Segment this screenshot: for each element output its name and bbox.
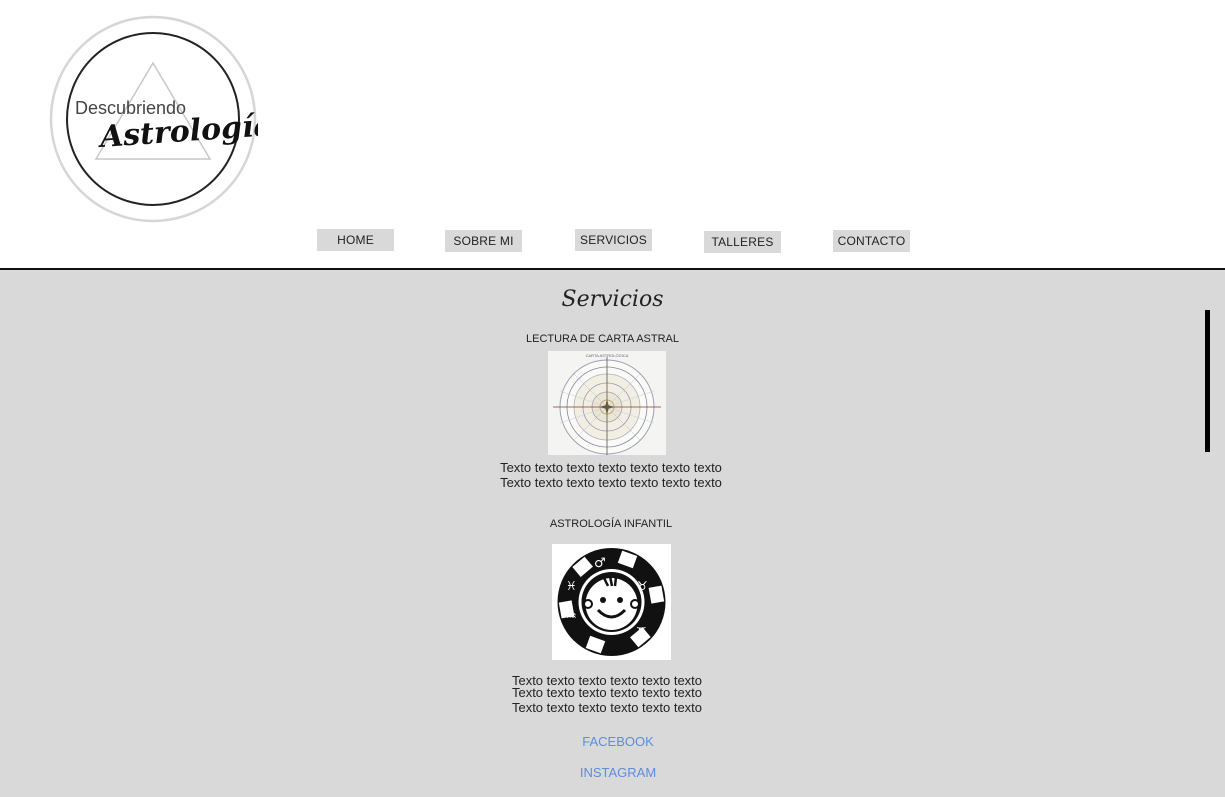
service-description-line: Texto texto texto texto texto texto text… [500,460,722,475]
facebook-link[interactable]: FACEBOOK [0,734,1225,749]
services-section: Servicios LECTURA DE CARTA ASTRAL CARTA … [0,270,1225,797]
nav-servicios-button[interactable]: SERVICIOS [575,229,652,251]
svg-text:♉: ♉ [637,579,648,593]
logo-emblem-icon: Descubriendo Astrología [49,15,258,223]
nav-talleres-button[interactable]: TALLERES [704,231,781,253]
page-title: Servicios [561,287,664,312]
service-description-line: Texto texto texto texto texto texto [511,700,703,715]
nav-sobre-mi-button[interactable]: SOBRE MI [445,230,522,252]
logo[interactable]: Descubriendo Astrología [48,15,258,225]
service-heading-carta-astral: LECTURA DE CARTA ASTRAL [525,333,680,345]
instagram-link[interactable]: INSTAGRAM [0,765,1225,780]
site-header: Descubriendo Astrología HOME SOBRE MI SE… [0,0,1225,269]
svg-text:♓: ♓ [566,579,577,593]
service-description-line: Texto texto texto texto texto texto text… [500,475,722,490]
svg-text:♎: ♎ [592,639,603,653]
child-astrology-image: ♂ ♉ ♊ ♎ ♒ ♓ [552,544,671,660]
astral-chart-image: CARTA ASTROLÓGICA [548,351,666,455]
svg-text:♂: ♂ [594,556,606,571]
scrollbar-thumb[interactable] [1205,310,1210,452]
nav-home-button[interactable]: HOME [317,229,394,251]
svg-text:♒: ♒ [566,609,577,623]
service-heading-astrologia-infantil: ASTROLOGÍA INFANTIL [549,518,673,530]
astral-chart-wheel-icon: CARTA ASTROLÓGICA [548,351,666,455]
nav-contacto-button[interactable]: CONTACTO [833,230,910,252]
child-zodiac-wheel-icon: ♂ ♉ ♊ ♎ ♒ ♓ [552,544,671,660]
svg-text:♊: ♊ [636,625,647,639]
service-description-line: Texto texto texto texto texto texto [511,685,703,700]
